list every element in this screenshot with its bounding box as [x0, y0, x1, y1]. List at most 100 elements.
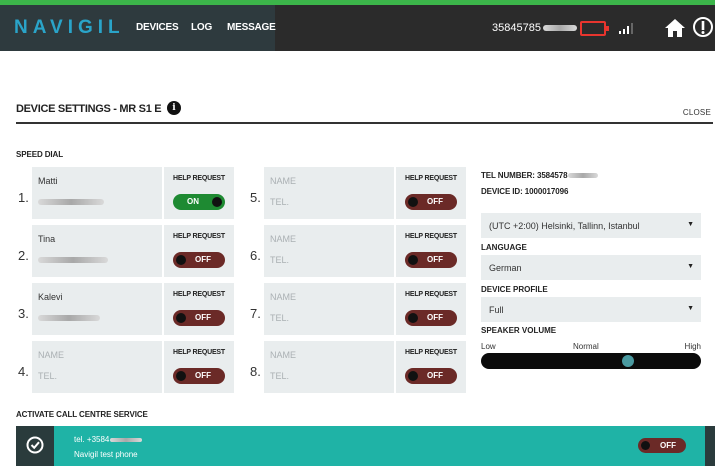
language-select[interactable]: German ▼ [481, 255, 701, 280]
redacted-tel [38, 199, 104, 205]
speed-dial-contact-3[interactable]: Kalevi [32, 283, 162, 335]
language-value: German [489, 263, 522, 273]
contact-name: Matti [38, 176, 58, 186]
brand-area: NAVIGIL DEVICES LOG MESSAGE [0, 5, 276, 51]
toggle-knob [408, 313, 418, 323]
toggle-state: OFF [195, 255, 211, 264]
help-request-label: HELP REQUEST [173, 175, 225, 182]
device-profile-value: Full [489, 305, 504, 315]
speed-dial-contact-4[interactable]: NAME TEL. [32, 341, 162, 393]
speed-dial-contact-2[interactable]: Tina [32, 225, 162, 277]
chevron-down-icon: ▼ [687, 221, 694, 228]
redacted-digits [568, 173, 599, 179]
help-request-box-4: HELP REQUEST OFF [164, 341, 234, 393]
help-request-toggle-5[interactable]: OFF [405, 194, 457, 210]
redacted-digits [542, 25, 577, 32]
help-request-box-8: HELP REQUEST OFF [396, 341, 466, 393]
redacted-tel [38, 315, 100, 321]
contact-tel-placeholder: TEL. [270, 371, 290, 381]
speed-dial-contact-8[interactable]: NAME TEL. [264, 341, 394, 393]
close-button[interactable]: CLOSE [683, 108, 711, 117]
help-request-toggle-4[interactable]: OFF [173, 368, 225, 384]
toggle-knob [176, 313, 186, 323]
speed-dial-contact-1[interactable]: Matti [32, 167, 162, 219]
toggle-state: OFF [660, 441, 676, 450]
help-request-label: HELP REQUEST [405, 233, 457, 240]
contact-name-placeholder: NAME [270, 234, 297, 244]
speed-dial-contact-7[interactable]: NAME TEL. [264, 283, 394, 335]
help-request-label: HELP REQUEST [173, 291, 225, 298]
timezone-select[interactable]: (UTC +2:00) Helsinki, Tallinn, Istanbul … [481, 213, 701, 238]
contact-name-placeholder: NAME [270, 292, 297, 302]
device-profile-select[interactable]: Full ▼ [481, 297, 701, 322]
help-request-label: HELP REQUEST [405, 349, 457, 356]
speed-dial-contact-5[interactable]: NAME TEL. [264, 167, 394, 219]
language-label: LANGUAGE [481, 243, 527, 252]
home-icon[interactable] [664, 17, 686, 39]
help-request-label: HELP REQUEST [405, 175, 457, 182]
slot-number: 8. [250, 364, 261, 379]
contact-name-placeholder: NAME [270, 350, 297, 360]
slot-number: 7. [250, 306, 261, 321]
redacted-digits [110, 437, 143, 442]
help-request-toggle-7[interactable]: OFF [405, 310, 457, 326]
help-request-box-5: HELP REQUEST OFF [396, 167, 466, 219]
slot-number: 4. [18, 364, 29, 379]
speaker-volume-label: SPEAKER VOLUME [481, 326, 557, 335]
check-circle-icon [26, 436, 44, 454]
slot-number: 2. [18, 248, 29, 263]
volume-slider-thumb[interactable] [621, 355, 634, 367]
call-centre-service-row: tel. +3584 Navigil test phone OFF [16, 426, 715, 466]
help-request-label: HELP REQUEST [405, 291, 457, 298]
nav-message[interactable]: MESSAGE [227, 22, 276, 33]
slot-number: 5. [250, 190, 261, 205]
help-request-toggle-3[interactable]: OFF [173, 310, 225, 326]
contact-tel-placeholder: TEL. [38, 371, 58, 381]
help-request-label: HELP REQUEST [173, 233, 225, 240]
help-request-box-7: HELP REQUEST OFF [396, 283, 466, 335]
nav-log[interactable]: LOG [191, 22, 212, 33]
toggle-knob [176, 255, 186, 265]
toggle-state: OFF [195, 313, 211, 322]
nav-devices[interactable]: DEVICES [136, 22, 179, 33]
toggle-knob [408, 197, 418, 207]
help-request-box-2: HELP REQUEST OFF [164, 225, 234, 277]
contact-tel-placeholder: TEL. [270, 255, 290, 265]
contact-name-placeholder: NAME [270, 176, 297, 186]
volume-normal-label: Normal [573, 342, 599, 351]
timezone-value: (UTC +2:00) Helsinki, Tallinn, Istanbul [489, 221, 640, 231]
chevron-down-icon: ▼ [687, 305, 694, 312]
volume-low-label: Low [481, 342, 496, 351]
help-request-box-1: HELP REQUEST ON [164, 167, 234, 219]
info-icon[interactable]: i [167, 101, 181, 115]
toggle-state: ON [187, 197, 199, 206]
speaker-volume-slider[interactable] [481, 353, 701, 369]
toggle-knob [212, 197, 222, 207]
call-centre-toggle[interactable]: OFF [638, 438, 686, 453]
device-tel-number: TEL NUMBER: 3584578 [481, 171, 599, 180]
help-request-toggle-6[interactable]: OFF [405, 252, 457, 268]
account-phone-number: 35845785 [492, 22, 541, 34]
call-centre-label: ACTIVATE CALL CENTRE SERVICE [16, 410, 148, 419]
call-centre-tel-text: tel. +3584 [74, 435, 110, 444]
contact-tel-placeholder: TEL. [270, 313, 290, 323]
contact-name: Tina [38, 234, 56, 244]
help-request-toggle-1[interactable]: ON [173, 194, 225, 210]
call-centre-tel: tel. +3584 [74, 435, 143, 444]
speed-dial-label: SPEED DIAL [16, 150, 64, 159]
contact-name: Kalevi [38, 292, 63, 302]
title-divider [16, 122, 713, 124]
brand-logo[interactable]: NAVIGIL [14, 17, 125, 39]
info-icon[interactable] [693, 16, 713, 38]
call-centre-name: Navigil test phone [74, 450, 138, 459]
help-request-toggle-8[interactable]: OFF [405, 368, 457, 384]
slot-number: 1. [18, 190, 29, 205]
slot-number: 3. [18, 306, 29, 321]
help-request-toggle-2[interactable]: OFF [173, 252, 225, 268]
device-tel-number-text: TEL NUMBER: 3584578 [481, 171, 568, 180]
chevron-down-icon: ▼ [687, 263, 694, 270]
contact-tel-placeholder: TEL. [270, 197, 290, 207]
call-centre-side-strip [705, 426, 715, 466]
device-profile-label: DEVICE PROFILE [481, 285, 548, 294]
speed-dial-contact-6[interactable]: NAME TEL. [264, 225, 394, 277]
